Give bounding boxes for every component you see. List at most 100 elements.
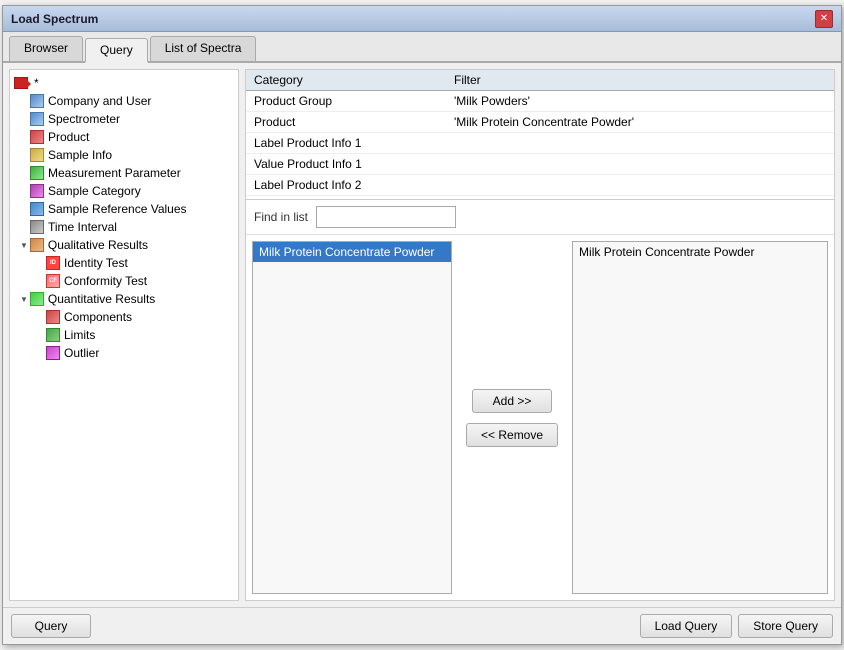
filter-scroll-container[interactable]: Category Filter Product Group 'Milk Powd… bbox=[246, 70, 834, 200]
footer-left: Query bbox=[11, 614, 91, 638]
tree-item-sample-cat[interactable]: Sample Category bbox=[10, 182, 238, 200]
result-list[interactable]: Milk Protein Concentrate Powder bbox=[572, 241, 828, 594]
sample-cat-label: Sample Category bbox=[48, 184, 141, 198]
source-list-item-0[interactable]: Milk Protein Concentrate Powder bbox=[253, 242, 451, 262]
tree-item-company[interactable]: Company and User bbox=[10, 92, 238, 110]
tree-item-sample-info[interactable]: Sample Info bbox=[10, 146, 238, 164]
identity-label: Identity Test bbox=[64, 256, 128, 270]
footer: Query Load Query Store Query bbox=[3, 607, 841, 644]
tree-item-ref-values[interactable]: Sample Reference Values bbox=[10, 200, 238, 218]
quant-icon bbox=[30, 292, 44, 306]
filter-category-5: Label Product Info 2 bbox=[246, 175, 446, 196]
tabs-bar: Browser Query List of Spectra bbox=[3, 32, 841, 63]
tree-root-label: * bbox=[34, 76, 39, 90]
info-icon bbox=[30, 148, 44, 162]
cat-icon bbox=[30, 184, 44, 198]
qual-icon bbox=[30, 238, 44, 252]
footer-right: Load Query Store Query bbox=[640, 614, 833, 638]
filter-value-2: 'Milk Protein Concentrate Powder' bbox=[446, 112, 834, 133]
components-label: Components bbox=[64, 310, 132, 324]
remove-button[interactable]: << Remove bbox=[466, 423, 558, 447]
tree-item-conformity[interactable]: CF Conformity Test bbox=[10, 272, 238, 290]
product-icon bbox=[30, 130, 44, 144]
sample-info-label: Sample Info bbox=[48, 148, 112, 162]
comp-icon bbox=[46, 310, 60, 324]
spec-icon bbox=[30, 112, 44, 126]
filter-category-2: Product bbox=[246, 112, 446, 133]
tree-item-time[interactable]: Time Interval bbox=[10, 218, 238, 236]
quant-expand-icon[interactable]: ▼ bbox=[20, 295, 28, 304]
col-category: Category bbox=[246, 70, 446, 91]
query-button[interactable]: Query bbox=[11, 614, 91, 638]
conform-icon: CF bbox=[46, 274, 60, 288]
company-icon bbox=[30, 94, 44, 108]
find-label: Find in list bbox=[254, 210, 308, 224]
filter-row-6[interactable]: Value Product Info 2 bbox=[246, 196, 834, 201]
window-title: Load Spectrum bbox=[11, 12, 98, 26]
filter-category-3: Label Product Info 1 bbox=[246, 133, 446, 154]
filter-row-1[interactable]: Product Group 'Milk Powders' bbox=[246, 91, 834, 112]
tree-item-qual-results[interactable]: ▼ Qualitative Results bbox=[10, 236, 238, 254]
ident-icon: ID bbox=[46, 256, 60, 270]
store-query-button[interactable]: Store Query bbox=[738, 614, 833, 638]
filter-value-3 bbox=[446, 133, 834, 154]
tree-item-spectrometer[interactable]: Spectrometer bbox=[10, 110, 238, 128]
quant-label: Quantitative Results bbox=[48, 292, 155, 306]
outlier-label: Outlier bbox=[64, 346, 99, 360]
qual-label: Qualitative Results bbox=[48, 238, 148, 252]
tab-list-of-spectra[interactable]: List of Spectra bbox=[150, 36, 257, 61]
close-button[interactable]: ✕ bbox=[815, 10, 833, 28]
filter-value-4 bbox=[446, 154, 834, 175]
ref-icon bbox=[30, 202, 44, 216]
tree-item-outlier[interactable]: Outlier bbox=[10, 344, 238, 362]
time-icon bbox=[30, 220, 44, 234]
tree-item-components[interactable]: Components bbox=[10, 308, 238, 326]
title-bar: Load Spectrum ✕ bbox=[3, 6, 841, 32]
filter-table: Category Filter Product Group 'Milk Powd… bbox=[246, 70, 834, 200]
filter-category-1: Product Group bbox=[246, 91, 446, 112]
filter-category-6: Value Product Info 2 bbox=[246, 196, 446, 201]
conformity-label: Conformity Test bbox=[64, 274, 147, 288]
tree-item-quant-results[interactable]: ▼ Quantitative Results bbox=[10, 290, 238, 308]
limit-icon bbox=[46, 328, 60, 342]
buttons-middle: Add >> << Remove bbox=[456, 241, 568, 594]
filter-value-6 bbox=[446, 196, 834, 201]
tab-browser[interactable]: Browser bbox=[9, 36, 83, 61]
tree-item-product[interactable]: Product bbox=[10, 128, 238, 146]
result-list-item-0[interactable]: Milk Protein Concentrate Powder bbox=[573, 242, 827, 262]
tree-item-limits[interactable]: Limits bbox=[10, 326, 238, 344]
flag-icon bbox=[14, 77, 28, 89]
left-panel: * Company and User Spectrometer Product … bbox=[9, 69, 239, 601]
add-button[interactable]: Add >> bbox=[472, 389, 552, 413]
ref-values-label: Sample Reference Values bbox=[48, 202, 187, 216]
filter-row-2[interactable]: Product 'Milk Protein Concentrate Powder… bbox=[246, 112, 834, 133]
measure-icon bbox=[30, 166, 44, 180]
qual-expand-icon[interactable]: ▼ bbox=[20, 241, 28, 250]
source-list[interactable]: Milk Protein Concentrate Powder bbox=[252, 241, 452, 594]
filter-value-1: 'Milk Powders' bbox=[446, 91, 834, 112]
main-window: Load Spectrum ✕ Browser Query List of Sp… bbox=[2, 5, 842, 645]
right-panel: Category Filter Product Group 'Milk Powd… bbox=[245, 69, 835, 601]
tree-item-measurement[interactable]: Measurement Parameter bbox=[10, 164, 238, 182]
filter-row-4[interactable]: Value Product Info 1 bbox=[246, 154, 834, 175]
tab-query[interactable]: Query bbox=[85, 38, 148, 63]
filter-category-4: Value Product Info 1 bbox=[246, 154, 446, 175]
company-label: Company and User bbox=[48, 94, 151, 108]
load-query-button[interactable]: Load Query bbox=[640, 614, 733, 638]
spec-label: Spectrometer bbox=[48, 112, 120, 126]
tree-root[interactable]: * bbox=[10, 74, 238, 92]
time-label: Time Interval bbox=[48, 220, 117, 234]
filter-row-5[interactable]: Label Product Info 2 bbox=[246, 175, 834, 196]
measurement-label: Measurement Parameter bbox=[48, 166, 181, 180]
col-filter: Filter bbox=[446, 70, 834, 91]
filter-value-5 bbox=[446, 175, 834, 196]
product-label: Product bbox=[48, 130, 89, 144]
find-row: Find in list bbox=[246, 200, 834, 235]
tree-item-identity[interactable]: ID Identity Test bbox=[10, 254, 238, 272]
find-input[interactable] bbox=[316, 206, 456, 228]
lists-area: Milk Protein Concentrate Powder Add >> <… bbox=[246, 235, 834, 600]
outlier-icon bbox=[46, 346, 60, 360]
content-area: * Company and User Spectrometer Product … bbox=[3, 63, 841, 607]
filter-row-3[interactable]: Label Product Info 1 bbox=[246, 133, 834, 154]
limits-label: Limits bbox=[64, 328, 95, 342]
